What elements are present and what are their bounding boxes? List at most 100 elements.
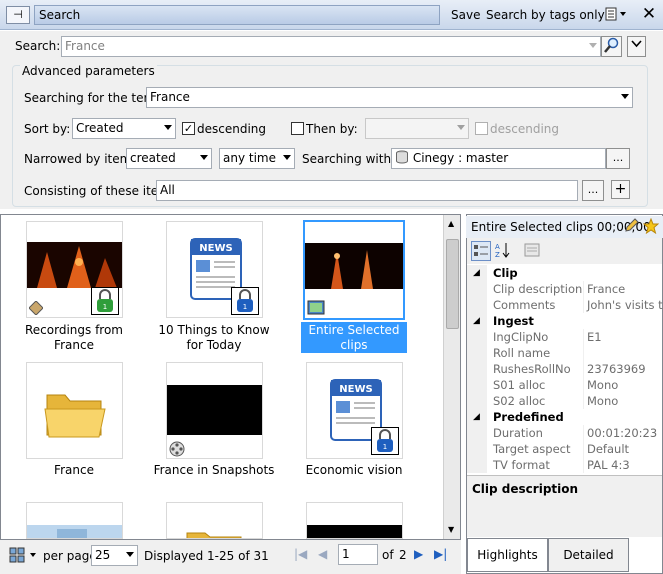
descending-checkbox[interactable]: ✓	[182, 122, 195, 135]
advanced-parameters-title: Advanced parameters	[20, 64, 157, 78]
prop-row[interactable]: S02 alloc Mono	[467, 393, 663, 409]
prop-row[interactable]: Duration 00:01:20:23	[467, 425, 663, 441]
film-icon	[307, 300, 325, 315]
chevron-down-icon[interactable]	[126, 552, 134, 557]
tab-detailed[interactable]: Detailed	[548, 538, 629, 572]
svg-text:NEWS: NEWS	[339, 384, 372, 395]
save-button[interactable]: Save	[451, 7, 480, 23]
results-scrollbar[interactable]: ▲ ▼	[443, 215, 460, 539]
result-label-selected[interactable]: Entire Selected clips 00:00:00:00	[301, 322, 407, 367]
consisting-input[interactable]: All	[156, 180, 578, 201]
svg-text:A: A	[495, 243, 500, 251]
collapse-advanced-button[interactable]	[627, 36, 646, 57]
chevron-down-icon[interactable]	[200, 155, 208, 160]
options-icon[interactable]	[605, 6, 631, 24]
total-pages: 2	[399, 548, 407, 562]
prop-row[interactable]: CommentsJohn's visits to c	[467, 297, 663, 313]
sortby-label: Sort by:	[24, 122, 71, 136]
close-icon[interactable]: ✕	[640, 4, 658, 24]
page-value: 1	[342, 547, 350, 561]
search-button[interactable]	[601, 36, 622, 57]
pin-icon[interactable]: ⊣	[6, 6, 30, 24]
film-reel-icon	[169, 441, 185, 457]
prop-row[interactable]: RushesRollNo 23763969	[467, 361, 663, 377]
tab-highlights[interactable]: Highlights	[467, 538, 548, 572]
svg-text:Z: Z	[495, 251, 500, 259]
scroll-down-icon[interactable]: ▼	[448, 525, 454, 534]
chevron-down-icon[interactable]	[457, 125, 465, 130]
result-label[interactable]: France in Snapshots	[146, 463, 282, 478]
terms-input-value: France	[150, 90, 190, 104]
time-value: any time	[223, 151, 276, 165]
search-label: Search:	[15, 39, 61, 53]
within-browse-button[interactable]: ...	[606, 148, 630, 169]
result-thumbnail[interactable]	[306, 502, 403, 539]
chevron-down-icon[interactable]	[621, 94, 629, 99]
prop-row[interactable]: Roll name	[467, 345, 663, 361]
within-input[interactable]: Cinegy : master	[391, 148, 606, 169]
prev-page-icon[interactable]: ◀	[318, 547, 327, 561]
page-input[interactable]: 1	[338, 544, 378, 565]
descending2-checkbox[interactable]	[475, 122, 488, 135]
category-predefined[interactable]: ◢ Predefined	[467, 409, 663, 425]
thenby-label: Then by:	[306, 122, 358, 136]
video-frame-image	[307, 525, 402, 538]
folder-icon	[44, 394, 106, 438]
magnifier-icon	[604, 37, 619, 53]
result-label-line1: France in Snapshots	[153, 463, 275, 477]
perpage-value: 25	[95, 548, 111, 562]
scroll-up-icon[interactable]: ▲	[448, 219, 454, 228]
result-label[interactable]: Recordings from France	[6, 323, 142, 353]
scrollbar-thumb[interactable]	[446, 239, 459, 329]
perpage-select[interactable]: 25	[91, 545, 138, 566]
result-thumbnail[interactable]	[166, 502, 263, 539]
clip-icon	[28, 300, 44, 316]
descending-label: descending	[197, 122, 267, 136]
search-by-tags-button[interactable]: Search by tags only	[486, 7, 605, 23]
chevron-down-icon[interactable]	[164, 125, 172, 130]
first-page-icon[interactable]: |◀	[294, 547, 307, 561]
prop-row[interactable]: Clip description France	[467, 281, 663, 297]
result-label-line2: for Today	[186, 338, 242, 352]
prop-row[interactable]: Target aspect Default	[467, 441, 663, 457]
result-label[interactable]: France	[6, 463, 142, 478]
categorized-icon[interactable]	[471, 241, 491, 261]
narrowed-value: created	[130, 151, 176, 165]
pencil-icon[interactable]	[623, 218, 639, 237]
descending2-label: descending	[490, 122, 560, 136]
category-clip[interactable]: ◢ Clip	[467, 265, 663, 281]
prop-row[interactable]: S01 alloc Mono	[467, 377, 663, 393]
result-label[interactable]: 10 Things to Know for Today	[146, 323, 282, 353]
svg-text:1: 1	[383, 443, 387, 451]
last-page-icon[interactable]: ▶|	[434, 547, 447, 561]
category-ingest[interactable]: ◢ Ingest	[467, 313, 663, 329]
prop-row[interactable]: TV format PAL 4:3	[467, 457, 663, 473]
chevron-down-icon[interactable]	[30, 553, 36, 557]
folder-icon	[186, 532, 242, 538]
consisting-browse-button[interactable]: ...	[582, 180, 604, 201]
star-icon[interactable]	[642, 217, 660, 237]
result-thumbnail[interactable]	[26, 362, 123, 459]
thenby-select[interactable]	[365, 118, 469, 139]
svg-text:1: 1	[243, 303, 247, 311]
property-pages-icon[interactable]	[523, 241, 543, 261]
chevron-down-icon[interactable]	[283, 155, 291, 160]
narrowed-select[interactable]: created	[126, 148, 212, 169]
sort-alpha-icon[interactable]: AZ	[494, 241, 514, 261]
sortby-select[interactable]: Created	[72, 118, 176, 139]
search-input-value: France	[65, 39, 105, 53]
search-input[interactable]: France	[61, 36, 601, 57]
terms-input[interactable]: France	[146, 87, 633, 108]
thenby-checkbox[interactable]	[291, 122, 304, 135]
time-select[interactable]: any time	[219, 148, 295, 169]
result-label[interactable]: Economic vision	[286, 463, 422, 478]
chevron-down-icon[interactable]	[589, 43, 597, 48]
result-label-line1: Recordings from	[24, 323, 123, 337]
result-thumbnail[interactable]	[26, 502, 123, 539]
next-page-icon[interactable]: ▶	[414, 547, 423, 561]
title-bar: ⊣ Search Save Search by tags only ✕	[0, 0, 663, 30]
database-icon	[396, 150, 408, 164]
prop-row[interactable]: IngClipNo E1	[467, 329, 663, 345]
add-button[interactable]: +	[611, 180, 630, 199]
view-mode-icon[interactable]	[9, 547, 25, 563]
